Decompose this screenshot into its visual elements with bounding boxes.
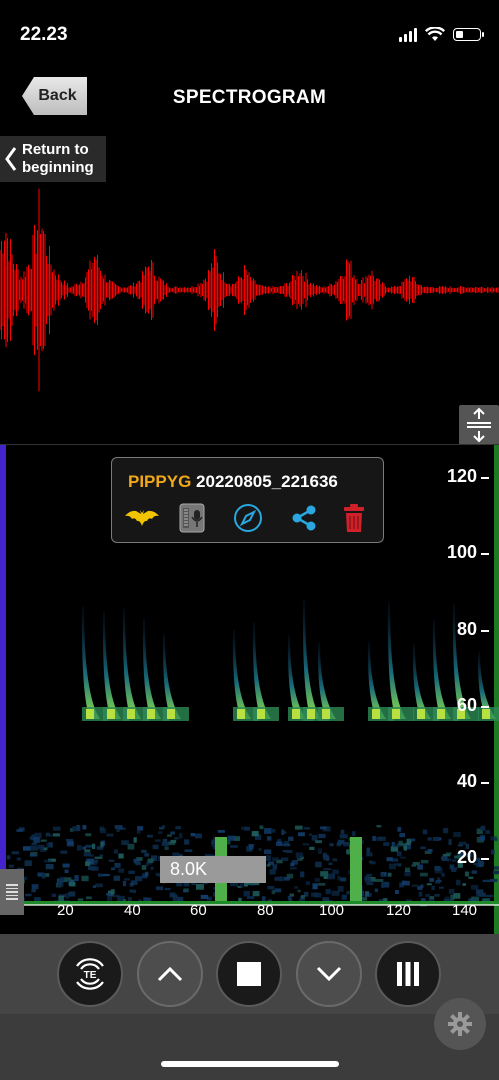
waveform[interactable] — [0, 180, 499, 425]
freq-label: 120 — [446, 466, 477, 486]
vertical-bars-icon — [397, 962, 419, 986]
status-time: 22.23 — [20, 24, 68, 45]
te-signal-icon: TE — [76, 958, 104, 990]
battery-icon — [453, 28, 484, 41]
status-icons — [399, 27, 484, 42]
chevron-left-icon — [5, 147, 17, 171]
freq-label: 20 — [456, 847, 477, 867]
spectrogram-left-handle[interactable] — [0, 869, 24, 915]
home-indicator[interactable] — [161, 1061, 339, 1067]
drag-lines-icon — [6, 882, 18, 902]
chevron-down-icon — [316, 966, 342, 982]
freq-tick — [481, 706, 489, 708]
trash-icon[interactable] — [336, 502, 372, 534]
time-label: 140 — [452, 902, 478, 919]
resize-vertical-icon — [467, 407, 491, 443]
recording-title: PIPPYG 20220805_221636 — [128, 472, 338, 492]
recording-filename: 20220805_221636 — [196, 472, 338, 491]
freq-tick — [481, 858, 489, 860]
gear-icon — [448, 1012, 472, 1036]
columns-view-button[interactable] — [375, 941, 441, 1007]
time-label: 20 — [57, 902, 74, 919]
time-label: 120 — [386, 902, 412, 919]
page-title: SPECTROGRAM — [172, 87, 327, 108]
share-icon[interactable] — [286, 502, 322, 534]
time-label: 80 — [257, 902, 274, 919]
return-label: Return to beginning — [22, 141, 94, 176]
freq-label: 60 — [456, 695, 477, 715]
species-code[interactable]: PIPPYG — [128, 472, 191, 491]
freq-tick — [481, 630, 489, 632]
time-label: 60 — [190, 902, 207, 919]
te-mode-button[interactable]: TE — [57, 941, 123, 1007]
compass-icon[interactable] — [230, 502, 266, 534]
freq-tick — [481, 782, 489, 784]
time-label: 40 — [124, 902, 141, 919]
freq-tick — [481, 553, 489, 555]
frequency-marker-tag[interactable]: 8.0K — [160, 856, 266, 883]
return-to-beginning-button[interactable]: Return to beginning — [0, 136, 106, 182]
settings-button[interactable] — [434, 998, 486, 1050]
cellular-signal-icon — [399, 27, 417, 42]
freq-tick — [481, 477, 489, 479]
wifi-icon — [425, 27, 445, 41]
te-label: TE — [84, 970, 97, 981]
scroll-down-button[interactable] — [296, 941, 362, 1007]
stop-icon — [237, 962, 261, 986]
time-label: 100 — [319, 902, 345, 919]
freq-label: 80 — [456, 619, 477, 639]
stop-button[interactable] — [216, 941, 282, 1007]
freq-label: 40 — [456, 771, 477, 791]
recorder-icon[interactable] — [174, 502, 210, 534]
popup-actions — [124, 502, 374, 534]
chevron-up-icon — [157, 966, 183, 982]
scroll-up-button[interactable] — [137, 941, 203, 1007]
resize-handle[interactable] — [459, 405, 499, 445]
bat-icon[interactable] — [124, 502, 160, 534]
freq-label: 100 — [446, 542, 477, 562]
recording-info-popup: PIPPYG 20220805_221636 — [111, 457, 384, 543]
